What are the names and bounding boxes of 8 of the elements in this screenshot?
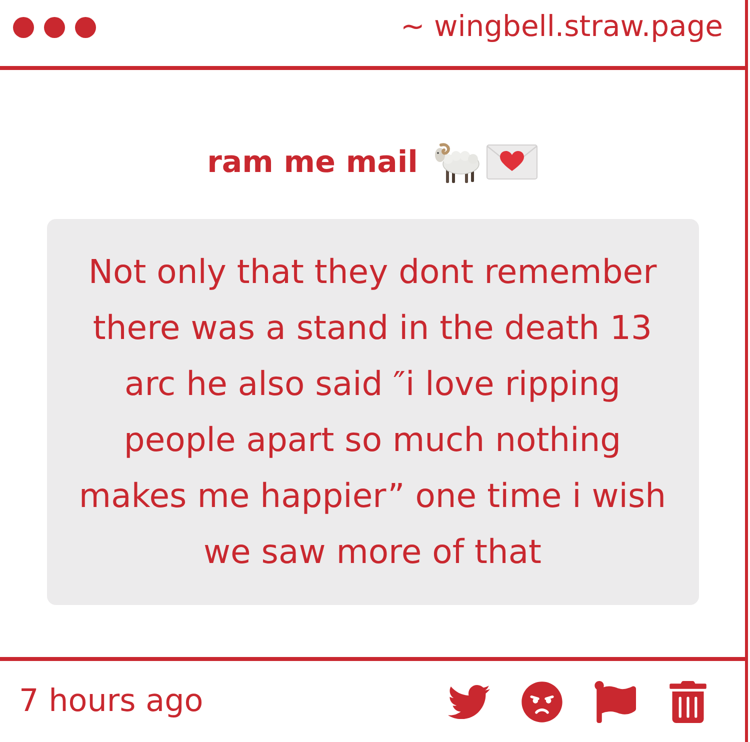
angry-face-icon[interactable] (521, 680, 563, 722)
inbox-title: ram me mail (207, 144, 418, 182)
love-letter-icon (486, 144, 538, 180)
flag-icon[interactable] (594, 680, 636, 722)
trash-icon[interactable] (667, 680, 709, 722)
site-url: ~ wingbell.straw.page (400, 8, 723, 46)
timestamp: 7 hours ago (19, 682, 204, 722)
message-text: Not only that they dont remember there was a stand in the death 13 arc he also said ″i love ripping people apart so much nothing makes me happier” one time i wish we saw more of that (78, 251, 668, 573)
